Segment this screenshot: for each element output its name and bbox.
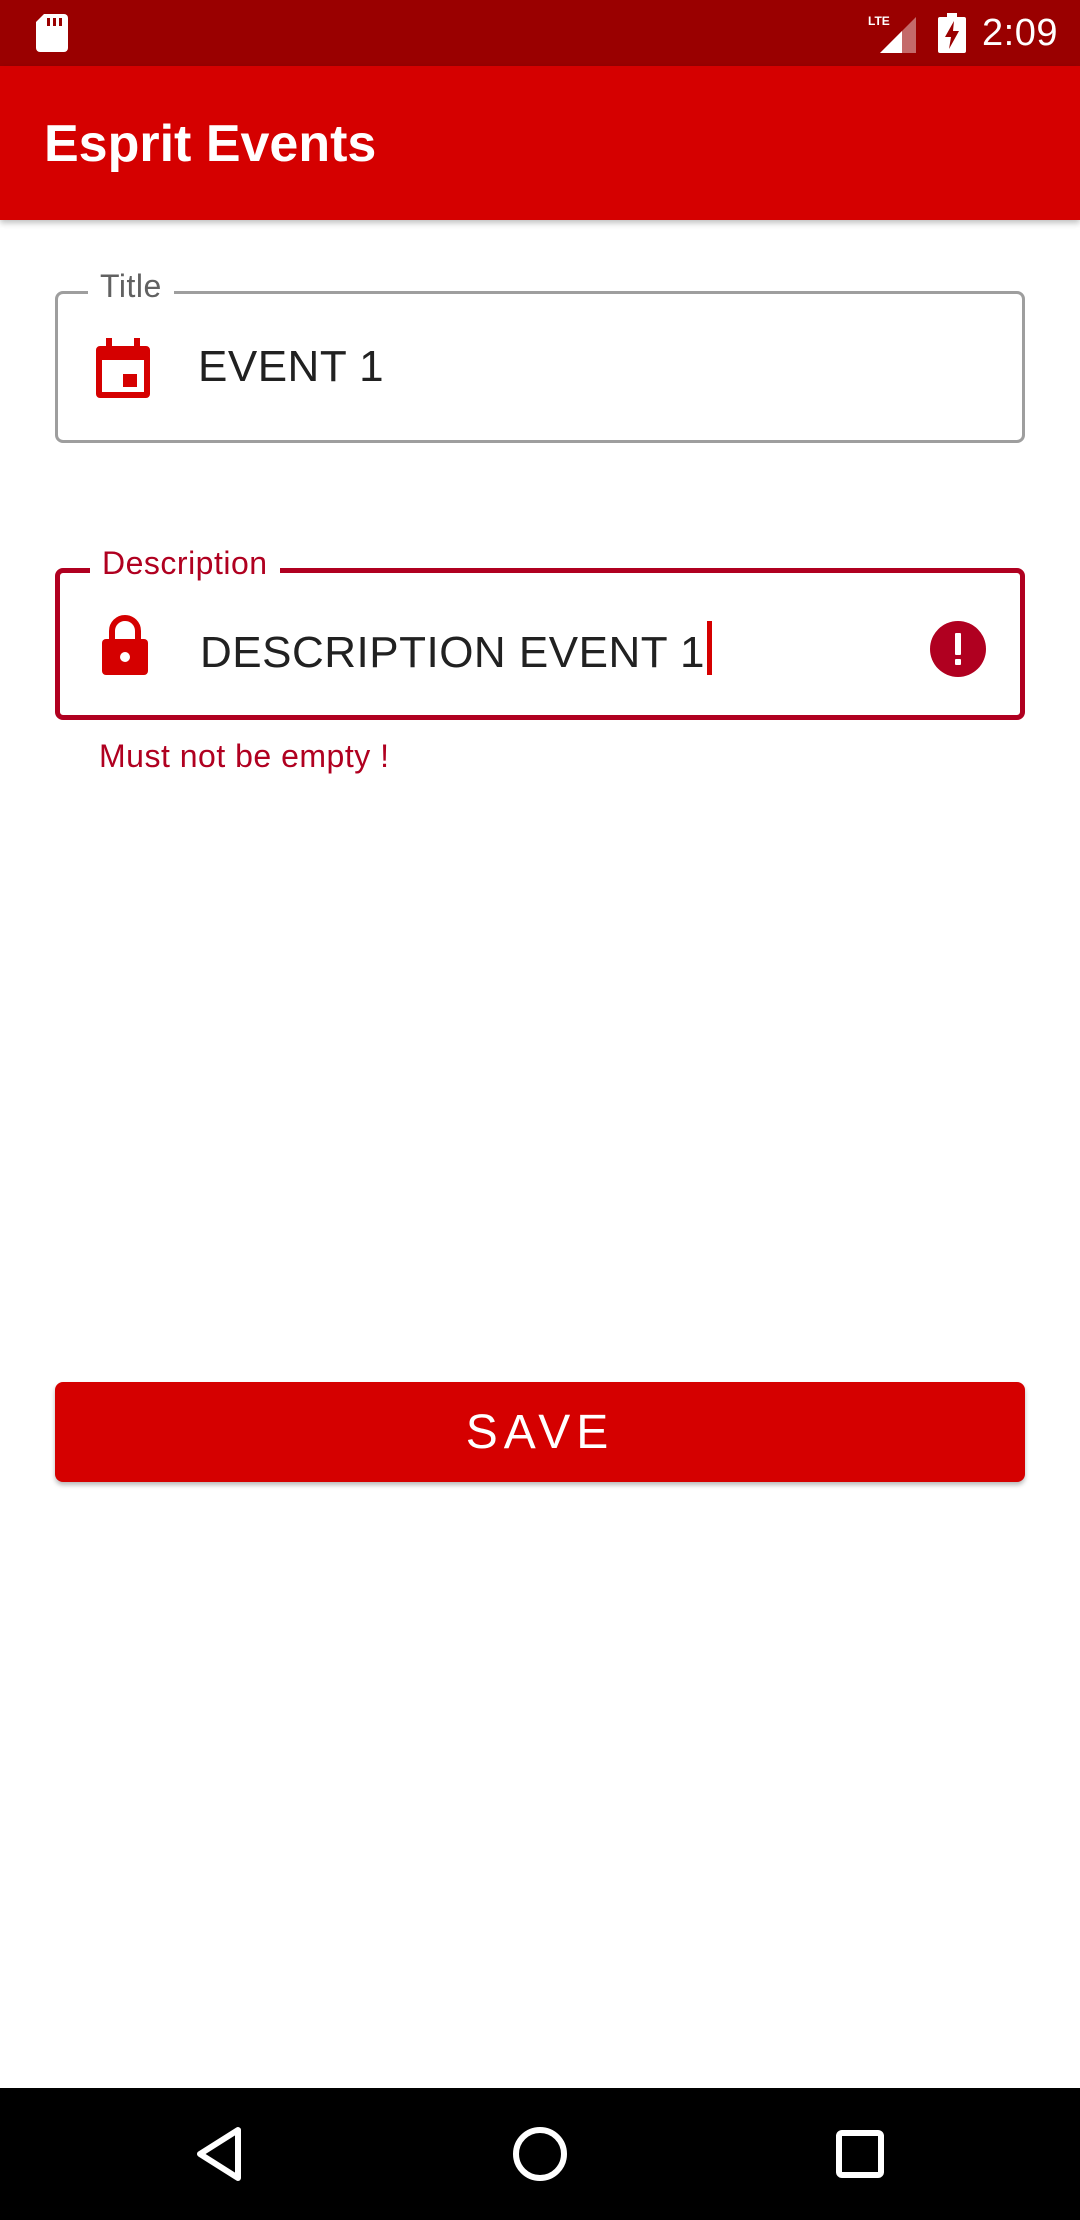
back-icon[interactable] [190,2124,250,2184]
title-input[interactable]: EVENT 1 [198,342,384,392]
battery-charging-icon [938,13,967,53]
description-input-value: DESCRIPTION EVENT 1 [200,628,706,677]
lock-icon [102,615,148,675]
text-cursor [707,621,713,675]
status-bar: LTE 2:09 [0,0,1080,66]
title-field-label: Title [88,268,174,305]
home-icon[interactable] [510,2124,570,2184]
error-icon [930,621,986,677]
description-field-label: Description [90,545,280,582]
recents-icon[interactable] [830,2124,890,2184]
sd-card-icon [36,14,68,52]
description-input[interactable]: DESCRIPTION EVENT 1 [200,621,713,678]
status-time: 2:09 [982,11,1058,54]
title-field[interactable]: Title EVENT 1 [55,268,1025,443]
lte-signal-icon: LTE [868,14,917,53]
app-bar: Esprit Events [0,66,1080,220]
network-label: LTE [868,14,890,28]
calendar-icon [96,338,150,398]
navigation-bar [0,2088,1080,2220]
description-error-text: Must not be empty ! [99,738,390,774]
save-button[interactable]: SAVE [55,1382,1025,1482]
description-field[interactable]: Description DESCRIPTION EVENT 1 [55,545,1025,720]
app-title: Esprit Events [44,115,377,173]
